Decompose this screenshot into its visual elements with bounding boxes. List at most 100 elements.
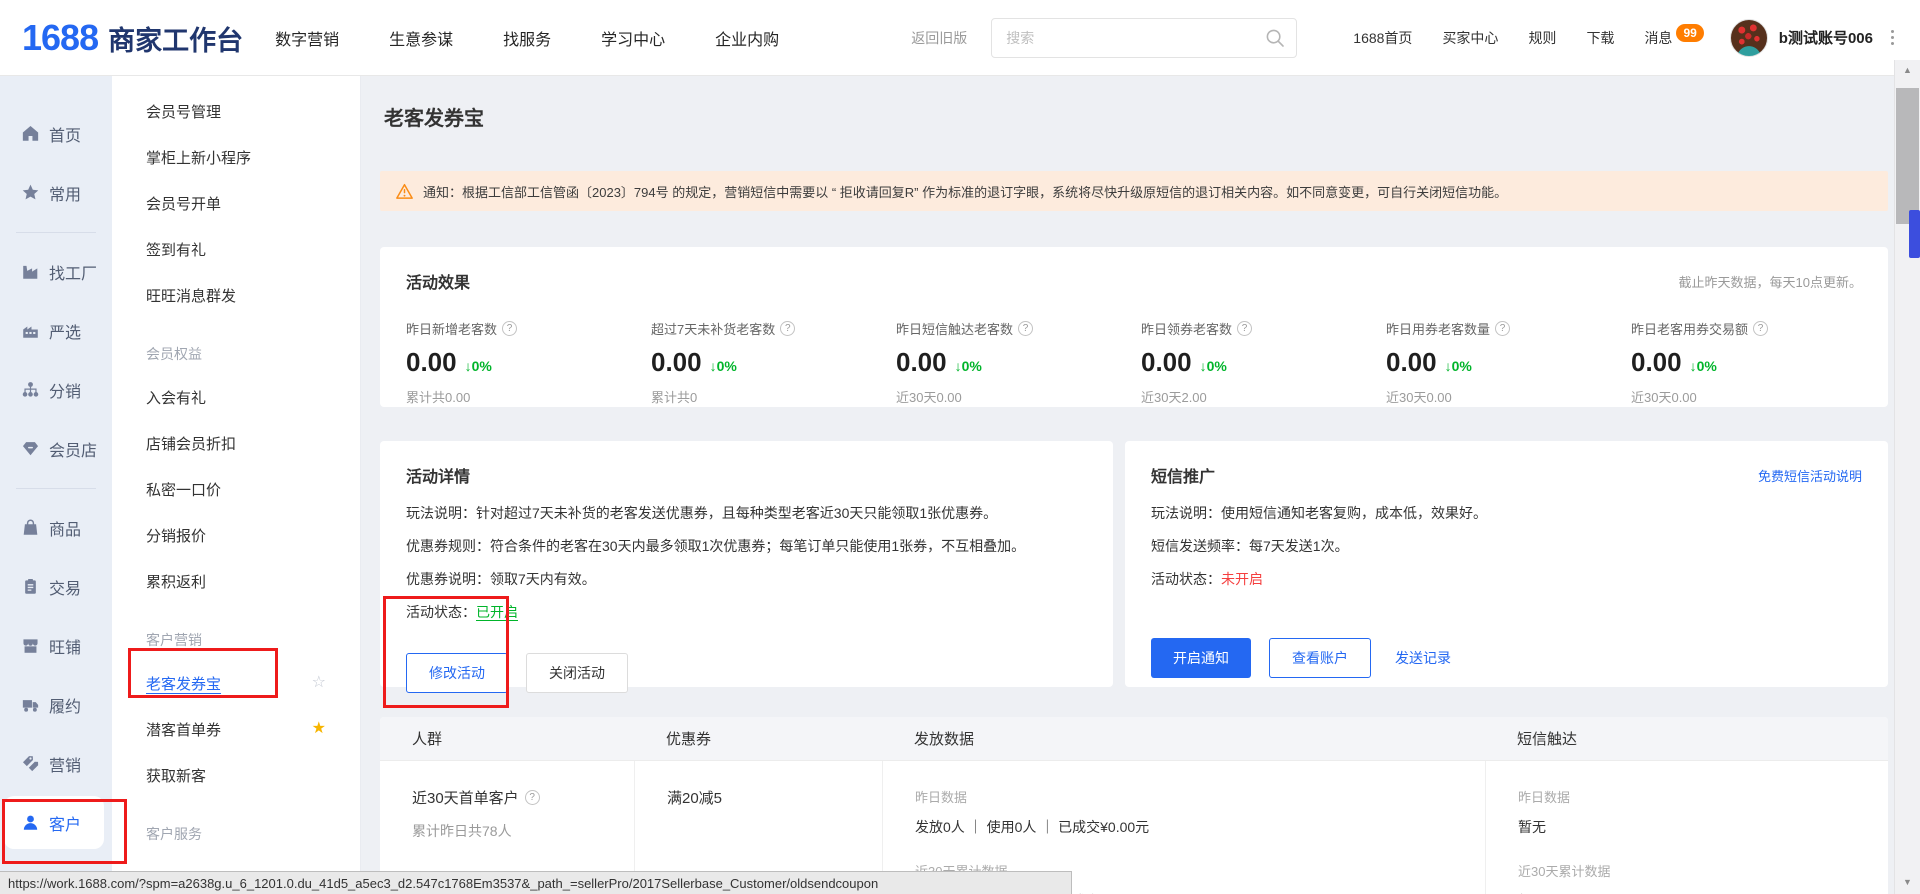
menu-item[interactable]: 私密一口价 [112, 466, 360, 512]
sidebar-item[interactable]: 会员店 [0, 419, 112, 478]
star-outline-icon[interactable] [312, 675, 326, 691]
menu-item[interactable]: 老客发券宝 [112, 660, 360, 706]
menu-item[interactable]: 掌柜上新小程序 [112, 134, 360, 180]
stat-delta: ↓0% [465, 358, 492, 374]
sidebar-item[interactable]: 商品 [0, 498, 112, 557]
menu-item[interactable]: 旺旺消息群发 [112, 272, 360, 318]
menu-item[interactable]: 获取新客 [112, 752, 360, 798]
main-content: 老客发券宝 通知：根据工信部工信管函〔2023〕794号 的规定，营销短信中需要… [361, 76, 1894, 894]
nav-item[interactable]: 生意参谋 [389, 26, 453, 50]
top-link[interactable]: 买家中心 [1442, 28, 1498, 48]
menu-item[interactable]: 会员权益 [112, 318, 360, 374]
star-filled-icon[interactable] [312, 721, 326, 737]
menu-item[interactable]: 客户服务 [112, 798, 360, 854]
stat-delta: ↓0% [955, 358, 982, 374]
stat-block: 昨日短信触达老客数 0.00 ↓0% 近30天0.00 [896, 319, 1141, 406]
help-icon[interactable] [1753, 321, 1768, 336]
effect-stats: 昨日新增老客数 0.00 ↓0% 累计共0.00 超过7天未补货老客数 [406, 319, 1862, 406]
sidebar-item[interactable] [0, 222, 112, 242]
help-icon[interactable] [525, 790, 540, 805]
home-icon [22, 125, 39, 142]
distribution-network-icon [22, 381, 39, 398]
sidebar-item[interactable]: 找工厂 [0, 242, 112, 301]
menu-sidebar: 会员号管理 掌柜上新小程序 会员号开单 签到有礼 旺旺消息群发 [112, 76, 361, 894]
sidebar-item-label: 客户 [49, 811, 81, 835]
stat-sub: 累计共0 [651, 387, 896, 406]
nav-item[interactable]: 学习中心 [601, 26, 665, 50]
modify-activity-button[interactable]: 修改活动 [406, 653, 508, 693]
message-count-badge: 99 [1676, 24, 1703, 42]
menu-item[interactable]: 累积返利 [112, 558, 360, 604]
scroll-up-arrow-icon[interactable]: ▲ [1895, 62, 1920, 78]
stat-value: 0.00 [1631, 347, 1682, 378]
kebab-menu-icon[interactable] [1887, 26, 1898, 49]
menu-item[interactable]: 会员号开单 [112, 180, 360, 226]
vertical-scrollbar[interactable]: ▲ ▼ [1894, 60, 1920, 894]
sidebar-item[interactable]: 交易 [0, 557, 112, 616]
scrollbar-thumb[interactable] [1896, 88, 1919, 224]
scroll-down-arrow-icon[interactable]: ▼ [1895, 874, 1920, 890]
sidebar-item[interactable] [0, 478, 112, 498]
top-bar: 1688 商家工作台 数字营销 生意参谋 找服务 学习中心 企业内购 返回旧版 [0, 0, 1920, 76]
close-activity-button[interactable]: 关闭活动 [526, 653, 628, 693]
sidebar-item[interactable]: 客户 [4, 796, 104, 849]
messages-link[interactable]: 消息 99 [1644, 28, 1703, 48]
top-link[interactable]: 1688首页 [1353, 28, 1412, 48]
menu-item-label: 老客发券宝 [146, 673, 221, 694]
sidebar-item-label: 常用 [49, 181, 81, 205]
person-icon [22, 814, 39, 831]
factory-icon [22, 263, 39, 280]
search-input[interactable] [991, 18, 1297, 58]
menu-item[interactable]: 签到有礼 [112, 226, 360, 272]
help-icon[interactable] [780, 321, 795, 336]
help-icon[interactable] [1495, 321, 1510, 336]
sidebar-item-label: 首页 [49, 122, 81, 146]
stat-sub: 近30天2.00 [1141, 387, 1386, 406]
sidebar-item[interactable]: 常用 [0, 163, 112, 222]
sidebar-item[interactable]: 营销 [0, 734, 112, 793]
open-notification-button[interactable]: 开启通知 [1151, 638, 1251, 678]
scrollbar-blue-marker [1909, 210, 1920, 258]
table-header-cell: 短信触达 [1485, 728, 1888, 749]
tags-icon [22, 755, 39, 772]
notice-text: 通知：根据工信部工信管函〔2023〕794号 的规定，营销短信中需要以 “ 拒收… [423, 182, 1507, 201]
sms-yesterday-value: 暂无 [1518, 817, 1888, 837]
search-icon[interactable] [1265, 28, 1285, 48]
help-icon[interactable] [502, 321, 517, 336]
sidebar-item[interactable]: 履约 [0, 675, 112, 734]
sidebar-item[interactable]: 严选 [0, 301, 112, 360]
nav-item[interactable]: 找服务 [503, 26, 551, 50]
top-link[interactable]: 下载 [1586, 28, 1614, 48]
menu-item[interactable]: 潜客首单券 [112, 706, 360, 752]
back-to-old-link[interactable]: 返回旧版 [911, 28, 967, 48]
menu-item[interactable]: 入会有礼 [112, 374, 360, 420]
logo[interactable]: 1688 商家工作台 [22, 17, 243, 59]
nav-item[interactable]: 数字营销 [275, 26, 339, 50]
menu-item-label: 签到有礼 [146, 239, 206, 260]
stat-value: 0.00 [1386, 347, 1437, 378]
status-off-value: 未开启 [1221, 571, 1263, 587]
help-icon[interactable] [1237, 321, 1252, 336]
free-sms-help-link[interactable]: 免费短信活动说明 [1758, 466, 1862, 485]
update-note: 截止昨天数据，每天10点更新。 [1679, 272, 1862, 291]
sidebar-item[interactable]: 分销 [0, 360, 112, 419]
sidebar-item[interactable]: 首页 [0, 104, 112, 163]
account-name[interactable]: b测试账号006 [1779, 27, 1873, 48]
view-account-button[interactable]: 查看账户 [1269, 638, 1371, 678]
menu-item[interactable]: 客户营销 [112, 604, 360, 660]
stat-sub: 累计共0.00 [406, 387, 651, 406]
sidebar-item[interactable]: 旺铺 [0, 616, 112, 675]
menu-item-label: 入会有礼 [146, 387, 206, 408]
stat-value: 0.00 [896, 347, 947, 378]
avatar[interactable] [1730, 19, 1768, 57]
menu-item[interactable]: 会员号管理 [112, 88, 360, 134]
menu-item-label: 分销报价 [146, 525, 206, 546]
menu-item[interactable]: 店铺会员折扣 [112, 420, 360, 466]
menu-item[interactable]: 分销报价 [112, 512, 360, 558]
sidebar-item-label: 营销 [49, 752, 81, 776]
stat-block: 昨日用券老客数量 0.00 ↓0% 近30天0.00 [1386, 319, 1631, 406]
top-link[interactable]: 规则 [1528, 28, 1556, 48]
help-icon[interactable] [1018, 321, 1033, 336]
send-record-link[interactable]: 发送记录 [1395, 648, 1451, 668]
nav-item[interactable]: 企业内购 [715, 26, 779, 50]
